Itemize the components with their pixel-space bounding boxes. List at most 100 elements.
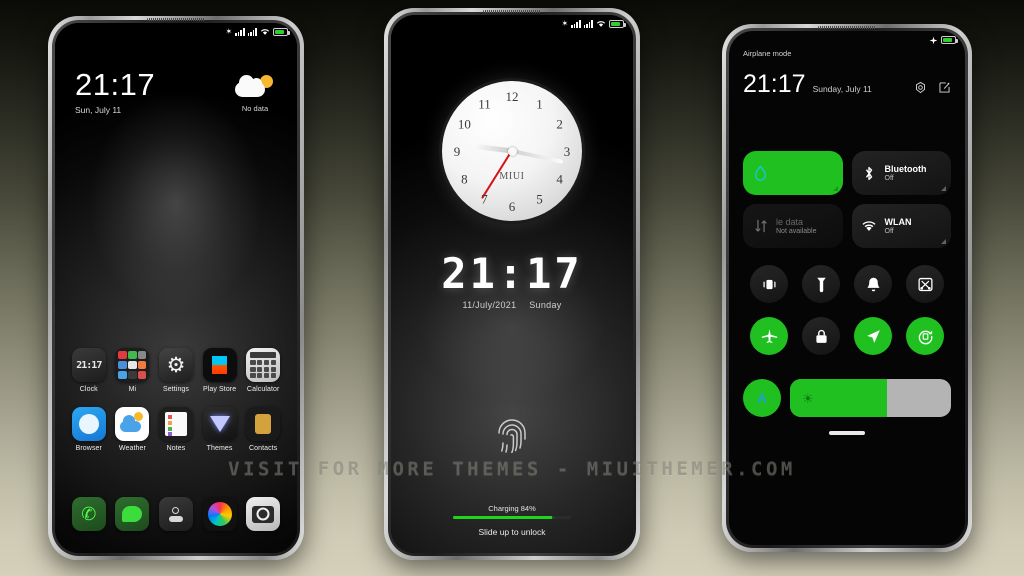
analog-clock-widget: MIUI 12 1 2 3 4 5 6 7 8 9 10 11 bbox=[442, 81, 582, 221]
phone-device-controlcenter: Airplane mode 21:17 Sunday, July 11 Blue… bbox=[722, 24, 972, 552]
tile-expand-corner[interactable] bbox=[941, 239, 946, 244]
controlcenter-header: Airplane mode 21:17 Sunday, July 11 bbox=[729, 49, 965, 97]
security-shield-icon[interactable] bbox=[158, 497, 193, 531]
home-app-grid: 21:17 Clock Mi ⚙ Settings Play Store Cal… bbox=[67, 348, 285, 452]
bluetooth-icon: ✶ bbox=[561, 19, 569, 28]
toggle-auto-rotate[interactable] bbox=[906, 317, 944, 355]
toggle-vibrate[interactable] bbox=[750, 265, 788, 303]
app-calculator[interactable]: Calculator bbox=[241, 348, 285, 393]
lockscreen-weekday: Sunday bbox=[529, 300, 562, 310]
bell-icon bbox=[867, 277, 879, 291]
vibrate-icon bbox=[762, 279, 776, 289]
toggle-airplane-mode[interactable] bbox=[750, 317, 788, 355]
charging-progress-bar bbox=[453, 516, 571, 519]
tile-expand-corner[interactable] bbox=[941, 186, 946, 191]
wifi-icon bbox=[596, 21, 606, 27]
weather-status-label: No data bbox=[241, 104, 269, 113]
app-label: Settings bbox=[162, 386, 190, 393]
fingerprint-icon[interactable] bbox=[496, 415, 528, 453]
brightness-slider[interactable]: ☀ bbox=[790, 379, 951, 417]
home-clock-time: 21:17 bbox=[75, 67, 156, 102]
clock-numeral: 11 bbox=[478, 96, 491, 112]
bluetooth-icon bbox=[861, 165, 878, 182]
earpiece-speaker bbox=[818, 26, 876, 29]
phone-bezel: ✶ MIUI 12 1 2 3 4 5 6 7 8 9 10 11 21:17 11/July/202… bbox=[388, 12, 636, 556]
clock-minute-hand bbox=[511, 149, 564, 164]
lockscreen-date-value: 11/July/2021 bbox=[462, 300, 517, 310]
lockscreen-date: 11/July/2021 Sunday bbox=[391, 300, 633, 310]
app-themes[interactable]: Themes bbox=[198, 407, 242, 452]
phone2-statusbar: ✶ bbox=[391, 15, 633, 33]
themes-diamond-icon bbox=[202, 407, 237, 441]
clock-numeral: 5 bbox=[536, 191, 543, 207]
settings-icon[interactable] bbox=[914, 81, 927, 94]
tile-wlan[interactable]: WLAN Off bbox=[851, 204, 951, 248]
airplane-mode-label: Airplane mode bbox=[743, 49, 792, 58]
message-bubble-icon[interactable] bbox=[115, 497, 150, 531]
data-arrows-icon bbox=[752, 218, 769, 235]
clock-numeral: 7 bbox=[481, 191, 488, 207]
app-weather[interactable]: Weather bbox=[111, 407, 155, 452]
brightness-row: A ☀ bbox=[743, 379, 951, 417]
lockscreen-time: 21:17 bbox=[441, 249, 583, 298]
home-clock-date: Sun, July 11 bbox=[75, 105, 122, 115]
location-arrow-icon bbox=[866, 329, 880, 343]
controlcenter-clock-row: 21:17 Sunday, July 11 bbox=[743, 72, 951, 97]
wifi-icon bbox=[861, 218, 878, 235]
phone3-statusbar bbox=[729, 31, 965, 49]
phone1-screen: ✶ 21:17 Sun, July 11 No data 21:17 Clock bbox=[55, 23, 297, 553]
tile-bluetooth[interactable]: Bluetooth Off bbox=[851, 151, 951, 195]
app-mi[interactable]: Mi bbox=[111, 348, 155, 393]
app-clock[interactable]: 21:17 Clock bbox=[67, 348, 111, 393]
controlcenter-date: Sunday, July 11 bbox=[812, 84, 872, 94]
app-label: Weather bbox=[118, 445, 146, 452]
phone1-statusbar: ✶ bbox=[55, 23, 297, 41]
toggle-lock-screen[interactable] bbox=[802, 317, 840, 355]
auto-rotate-icon bbox=[918, 330, 932, 344]
clock-numeral: 10 bbox=[457, 116, 471, 132]
app-contacts[interactable]: Contacts bbox=[241, 407, 285, 452]
signal-icon bbox=[583, 20, 593, 28]
gallery-flower-icon[interactable] bbox=[202, 497, 237, 531]
home-weather-widget[interactable]: No data bbox=[229, 75, 281, 113]
clock-numeral: 12 bbox=[505, 89, 519, 104]
clock-numeral: 4 bbox=[556, 171, 563, 187]
home-clock-widget: 21:17 Sun, July 11 bbox=[75, 69, 155, 115]
toggle-location[interactable] bbox=[854, 317, 892, 355]
clock-brand-label: MIUI bbox=[499, 170, 525, 182]
clock-pivot bbox=[507, 146, 517, 156]
app-notes[interactable]: Notes bbox=[154, 407, 198, 452]
phone-bezel: Airplane mode 21:17 Sunday, July 11 Blue… bbox=[726, 28, 968, 548]
app-label: Clock bbox=[79, 386, 98, 393]
toggle-flashlight[interactable] bbox=[802, 265, 840, 303]
calculator-icon bbox=[246, 348, 281, 382]
app-label: Contacts bbox=[248, 445, 278, 452]
tile-mobile-data[interactable]: le data Not available bbox=[743, 204, 843, 248]
quick-settings-tiles: Bluetooth Off le data Not available WLAN… bbox=[743, 151, 951, 248]
camera-icon[interactable] bbox=[246, 497, 281, 531]
app-label: Play Store bbox=[202, 386, 237, 393]
edit-icon[interactable] bbox=[938, 81, 951, 94]
tile-mobile-hotspot[interactable] bbox=[743, 151, 843, 195]
clock-app-icon: 21:17 bbox=[71, 348, 106, 382]
tile-subtitle: Off bbox=[884, 175, 894, 182]
toggle-screenshot[interactable] bbox=[906, 265, 944, 303]
auto-brightness-button[interactable]: A bbox=[743, 379, 781, 417]
weather-icon bbox=[115, 407, 150, 441]
phone-handset-icon[interactable]: ✆ bbox=[71, 497, 106, 531]
tile-expand-corner[interactable] bbox=[832, 186, 838, 191]
sun-cloud-icon bbox=[229, 75, 281, 101]
toggle-do-not-disturb[interactable] bbox=[854, 265, 892, 303]
quick-toggle-circles bbox=[743, 265, 951, 355]
shade-drag-handle[interactable] bbox=[829, 431, 865, 435]
earpiece-speaker bbox=[483, 10, 541, 13]
app-settings[interactable]: ⚙ Settings bbox=[154, 348, 198, 393]
phone2-screen: ✶ MIUI 12 1 2 3 4 5 6 7 8 9 10 11 21:17 11/July/202… bbox=[391, 15, 633, 553]
settings-gear-icon: ⚙ bbox=[158, 348, 193, 382]
droplet-icon bbox=[752, 165, 769, 182]
mi-apps-folder-icon bbox=[115, 348, 150, 382]
app-play-store[interactable]: Play Store bbox=[198, 348, 242, 393]
airplane-icon bbox=[761, 328, 777, 343]
clock-numeral: 8 bbox=[461, 171, 468, 187]
app-browser[interactable]: Browser bbox=[67, 407, 111, 452]
